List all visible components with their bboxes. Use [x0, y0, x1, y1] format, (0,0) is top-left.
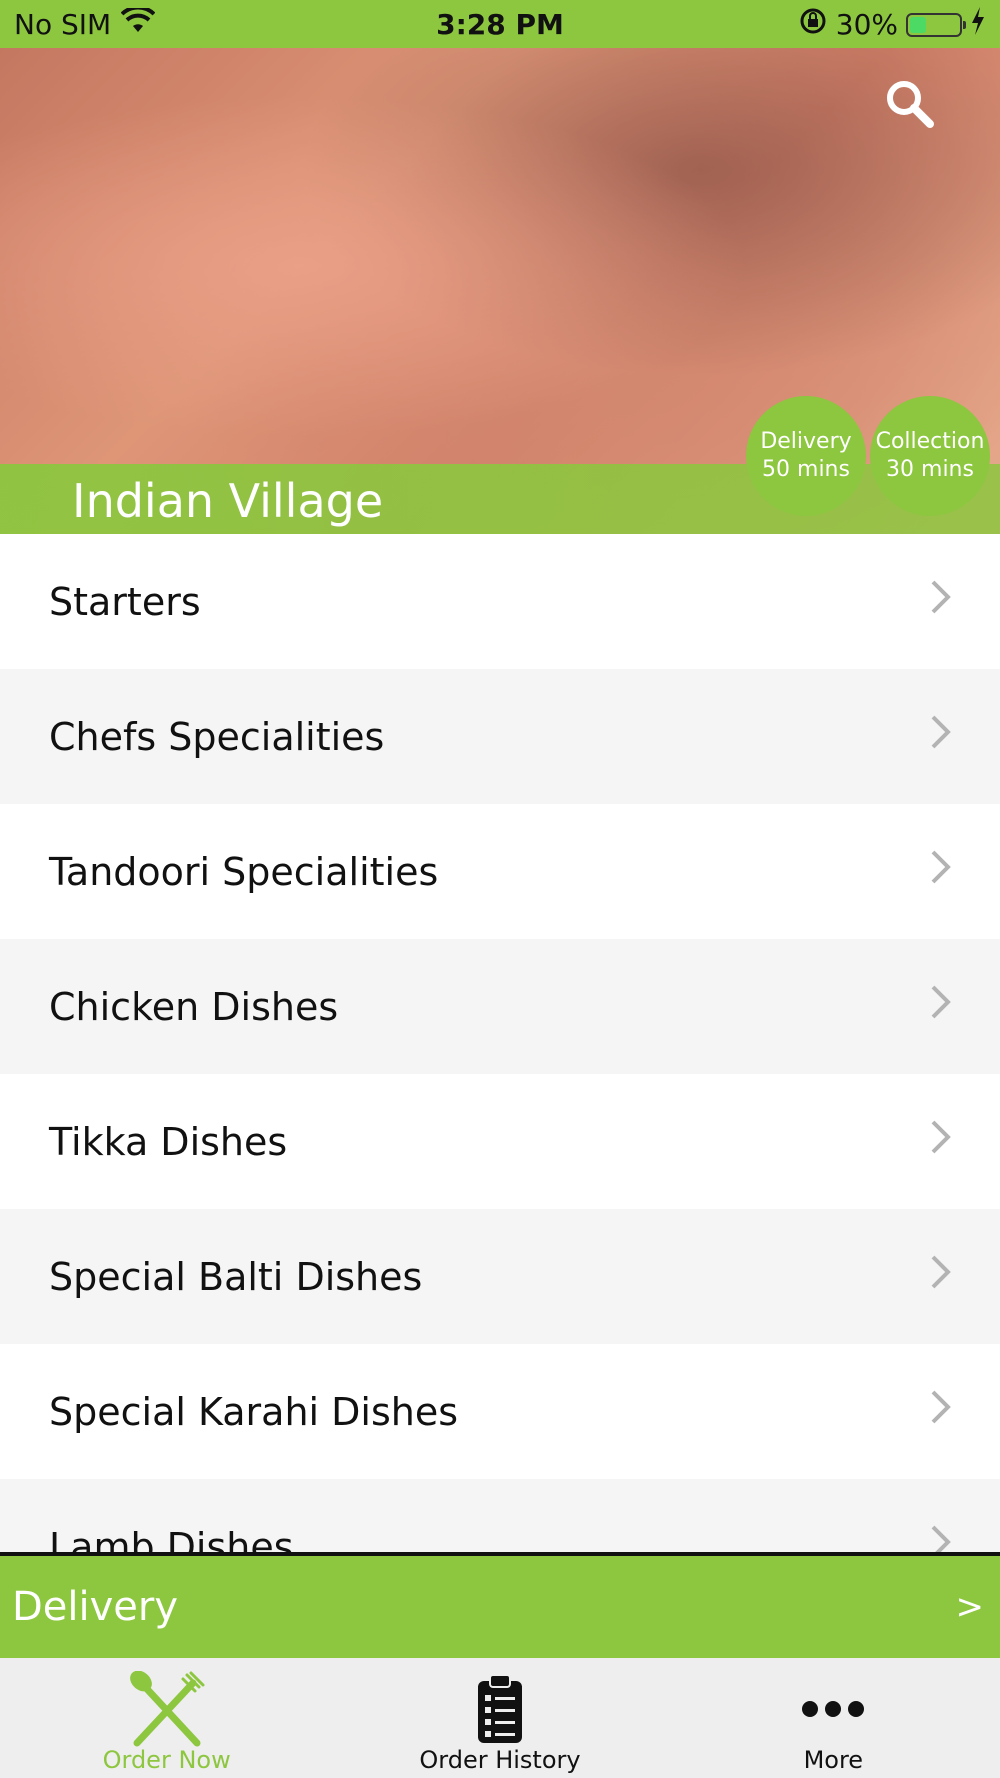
- delivery-mode-label: Delivery: [12, 1584, 179, 1630]
- collection-time-badge: Collection 30 mins: [870, 396, 990, 516]
- chevron-right-icon: [930, 714, 952, 759]
- menu-category-list[interactable]: Starters Chefs Specialities Tandoori Spe…: [0, 534, 1000, 1554]
- menu-item-tandoori-specialities[interactable]: Tandoori Specialities: [0, 804, 1000, 939]
- restaurant-header: Indian Village Delivery 50 mins Collecti…: [0, 48, 1000, 534]
- chevron-right-icon: [930, 984, 952, 1029]
- menu-item-chicken-dishes[interactable]: Chicken Dishes: [0, 939, 1000, 1074]
- tab-label: More: [803, 1746, 864, 1774]
- tab-label: Order Now: [102, 1746, 231, 1774]
- chevron-right-icon: [930, 1119, 952, 1164]
- tab-order-now[interactable]: Order Now: [0, 1658, 333, 1778]
- chevron-right-icon: [930, 1524, 952, 1554]
- delivery-time-badge: Delivery 50 mins: [746, 396, 866, 516]
- menu-item-tikka-dishes[interactable]: Tikka Dishes: [0, 1074, 1000, 1209]
- delivery-mode-button[interactable]: Delivery >: [0, 1556, 1000, 1658]
- chevron-right-icon: [930, 1389, 952, 1434]
- tab-more[interactable]: More: [667, 1658, 1000, 1778]
- delivery-badge-time: 50 mins: [762, 457, 850, 482]
- tab-order-history[interactable]: Order History: [333, 1658, 666, 1778]
- orientation-lock-icon: [798, 6, 828, 43]
- chevron-right-icon: [930, 1254, 952, 1299]
- collection-badge-time: 30 mins: [886, 457, 974, 482]
- status-bar: No SIM 3:28 PM 30%: [0, 0, 1000, 48]
- tab-bar: Order Now Order History More: [0, 1658, 1000, 1778]
- menu-item-label: Starters: [49, 579, 201, 624]
- battery-percent: 30%: [835, 8, 898, 41]
- menu-item-label: Lamb Dishes: [49, 1524, 294, 1555]
- menu-item-label: Chefs Specialities: [49, 714, 385, 759]
- chevron-right-icon: [930, 579, 952, 624]
- delivery-badge-label: Delivery: [760, 429, 852, 454]
- menu-item-lamb-dishes[interactable]: Lamb Dishes: [0, 1479, 1000, 1554]
- collection-badge-label: Collection: [875, 429, 985, 454]
- search-icon[interactable]: [882, 76, 938, 132]
- clipboard-list-icon: [476, 1672, 524, 1746]
- restaurant-name: Indian Village: [72, 474, 384, 528]
- fork-knife-icon: [127, 1671, 207, 1747]
- menu-item-label: Tandoori Specialities: [49, 849, 439, 894]
- menu-item-starters[interactable]: Starters: [0, 534, 1000, 669]
- menu-item-special-karahi-dishes[interactable]: Special Karahi Dishes: [0, 1344, 1000, 1479]
- battery-icon: [906, 12, 966, 37]
- menu-item-label: Tikka Dishes: [49, 1119, 288, 1164]
- tab-label: Order History: [419, 1746, 581, 1774]
- chevron-right-icon: [930, 849, 952, 894]
- menu-item-label: Special Balti Dishes: [49, 1254, 423, 1299]
- menu-item-chefs-specialities[interactable]: Chefs Specialities: [0, 669, 1000, 804]
- menu-item-label: Special Karahi Dishes: [49, 1389, 459, 1434]
- menu-item-label: Chicken Dishes: [49, 984, 339, 1029]
- charging-bolt-icon: [970, 7, 986, 42]
- chevron-right-icon: >: [955, 1587, 985, 1627]
- more-dots-icon: [801, 1672, 865, 1746]
- menu-item-special-balti-dishes[interactable]: Special Balti Dishes: [0, 1209, 1000, 1344]
